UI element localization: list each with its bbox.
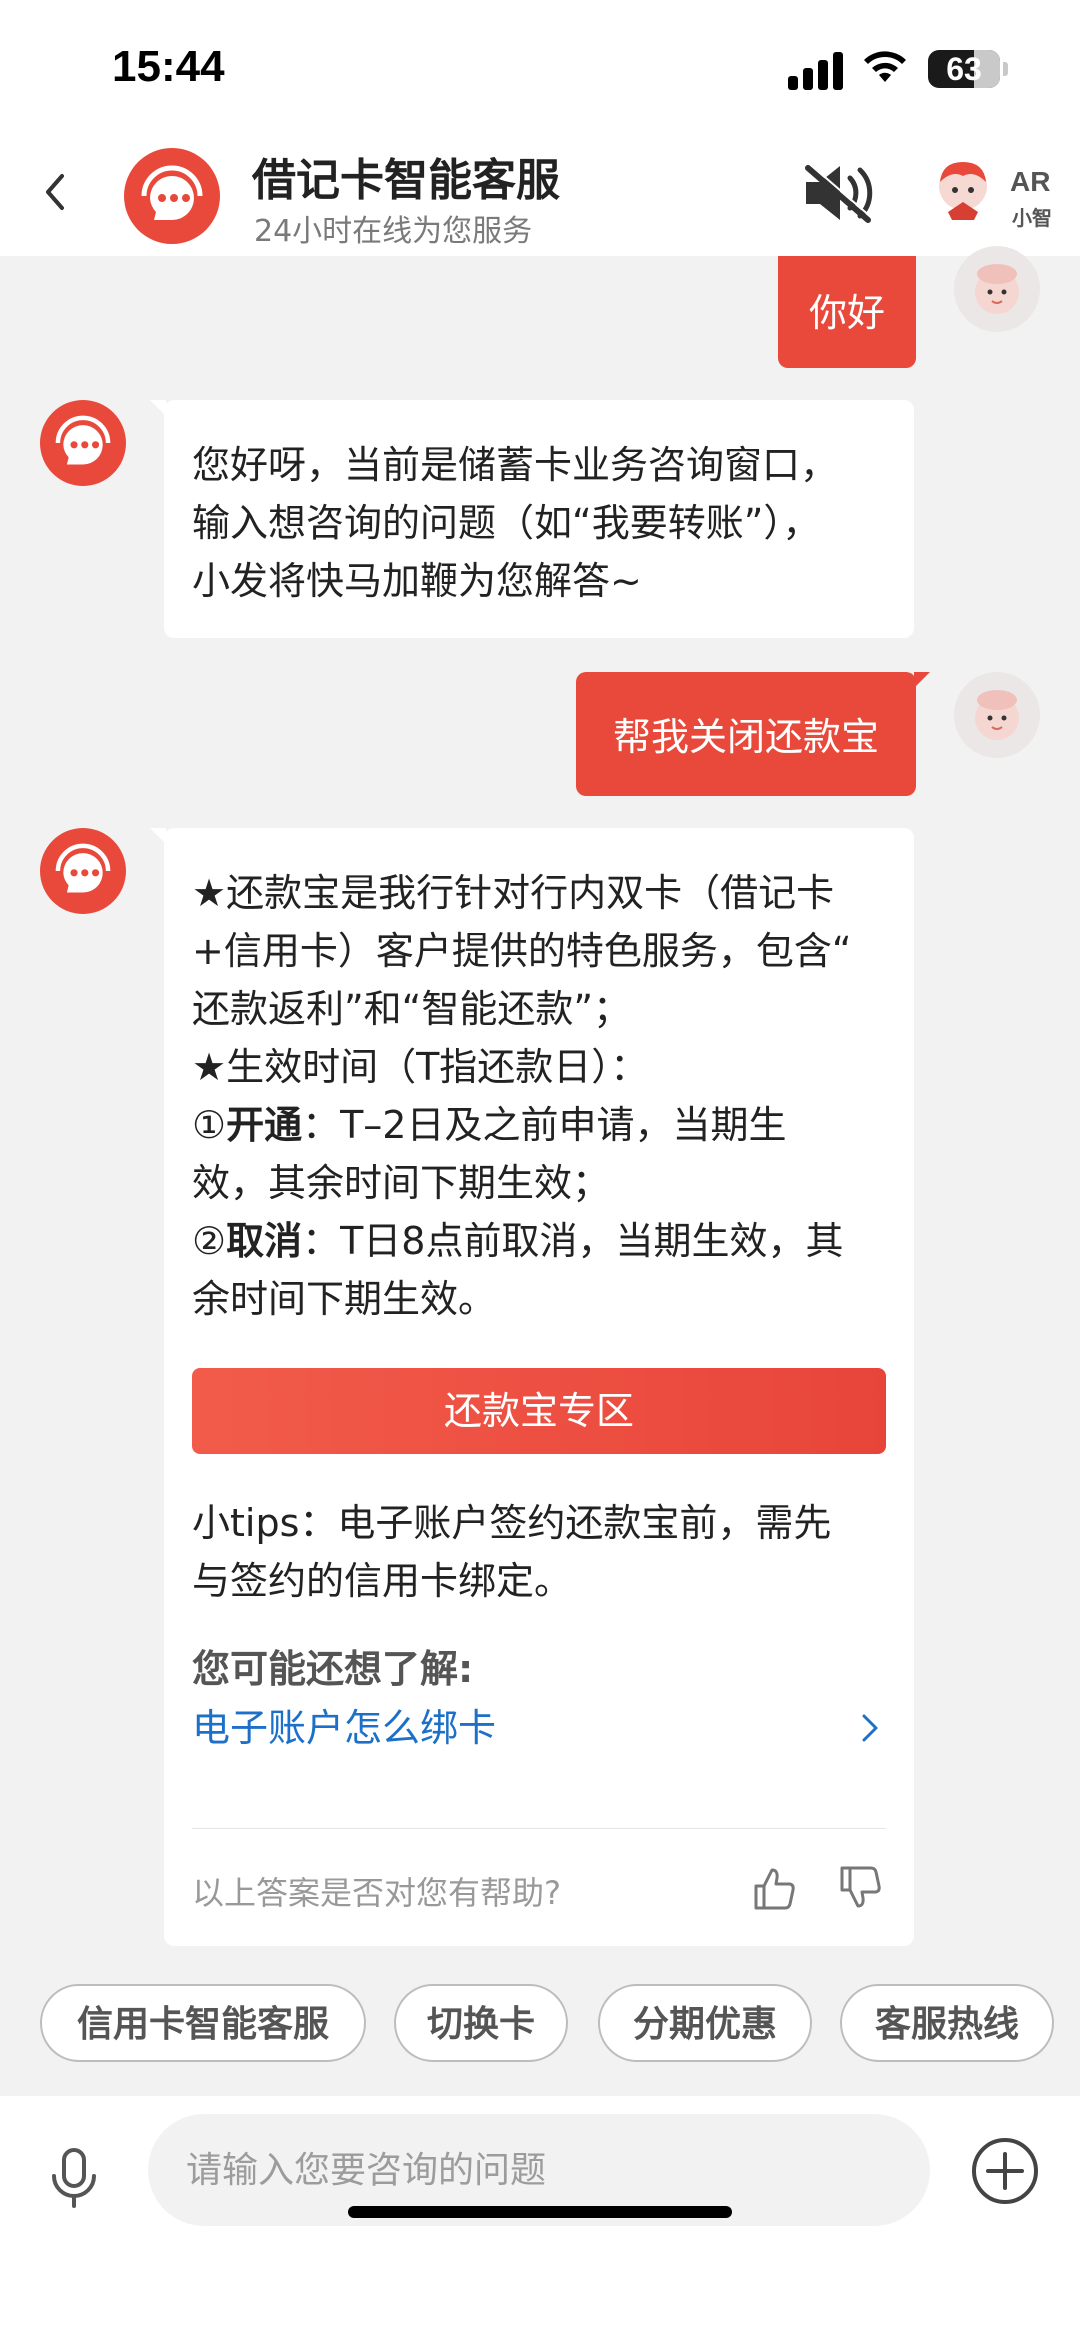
status-time: 15:44 bbox=[112, 42, 225, 91]
quick-chip-installment-offers[interactable]: 分期优惠 bbox=[598, 1984, 812, 2062]
bot-message-line: 输入想咨询的问题（如“我要转账”）， bbox=[192, 501, 821, 545]
bot-avatar-icon bbox=[55, 843, 111, 893]
user-message-bubble: 你好 bbox=[778, 256, 916, 368]
add-more-icon[interactable] bbox=[970, 2136, 1040, 2206]
tips-text: 小tips：电子账户签约还款宝前，需先 与签约的信用卡绑定。 bbox=[192, 1494, 831, 1610]
ar-assistant-avatar[interactable] bbox=[930, 156, 996, 222]
quick-chip-hotline[interactable]: 客服热线 bbox=[840, 1984, 1054, 2062]
related-question-label[interactable]: 电子账户怎么绑卡 bbox=[192, 1706, 496, 1750]
bot-answer-card: ★还款宝是我行针对行内双卡（借记卡 +信用卡）客户提供的特色服务，包含“ 还款返… bbox=[150, 828, 914, 1946]
answer-marker: ① bbox=[192, 1103, 227, 1147]
answer-line: +信用卡）客户提供的特色服务，包含“ bbox=[192, 929, 852, 973]
battery-level: 63 bbox=[946, 51, 982, 87]
tips-line: 小tips：电子账户签约还款宝前，需先 bbox=[192, 1501, 832, 1545]
service-logo bbox=[124, 148, 220, 244]
answer-keyword: 取消 bbox=[226, 1219, 303, 1263]
related-title: 您可能还想了解: bbox=[192, 1647, 474, 1691]
answer-line: 余时间下期生效。 bbox=[192, 1277, 497, 1321]
bot-avatar bbox=[40, 828, 126, 914]
thumbs-down-icon[interactable] bbox=[836, 1864, 884, 1912]
battery-icon: 63 bbox=[928, 50, 1000, 88]
chat-header: 借记卡智能客服 24小时在线为您服务 AR 小智 bbox=[0, 130, 1080, 256]
thumbs-up-icon[interactable] bbox=[750, 1864, 798, 1912]
user-avatar-icon bbox=[975, 264, 1019, 314]
answer-line: 效，其余时间下期生效； bbox=[192, 1161, 611, 1205]
user-message-text: 你好 bbox=[808, 291, 885, 335]
wifi-icon bbox=[864, 51, 906, 82]
bot-avatar-icon bbox=[55, 415, 111, 465]
divider bbox=[192, 1828, 886, 1829]
user-message-text: 帮我关闭还款宝 bbox=[612, 715, 879, 759]
microphone-icon[interactable] bbox=[46, 2146, 102, 2212]
ar-label[interactable]: AR bbox=[1010, 168, 1050, 196]
ar-sub-label[interactable]: 小智 bbox=[1012, 202, 1052, 231]
user-avatar-icon bbox=[975, 690, 1019, 740]
quick-chip-switch-card[interactable]: 切换卡 bbox=[394, 1984, 568, 2062]
cellular-signal-icon bbox=[788, 50, 844, 90]
user-avatar bbox=[954, 246, 1040, 332]
chevron-right-icon bbox=[862, 1714, 878, 1742]
bot-message-line: 您好呀，当前是储蓄卡业务咨询窗口， bbox=[192, 443, 839, 487]
answer-text: ★还款宝是我行针对行内双卡（借记卡 +信用卡）客户提供的特色服务，包含“ 还款返… bbox=[192, 864, 852, 1328]
answer-line: ★还款宝是我行针对行内双卡（借记卡 bbox=[192, 871, 835, 915]
answer-text-span: ：T日8点前取消，当期生效，其 bbox=[302, 1219, 844, 1263]
chat-bubble-icon bbox=[141, 165, 203, 220]
user-message-bubble: 帮我关闭还款宝 bbox=[576, 672, 930, 796]
answer-marker: ② bbox=[192, 1219, 227, 1263]
battery-tip bbox=[1003, 62, 1008, 76]
answer-line: ★生效时间（T指还款日）： bbox=[192, 1045, 649, 1089]
repayment-zone-button[interactable]: 还款宝专区 bbox=[192, 1368, 886, 1454]
related-question-link[interactable]: 电子账户怎么绑卡 bbox=[192, 1698, 886, 1758]
feedback-prompt: 以上答案是否对您有帮助? bbox=[192, 1874, 561, 1912]
answer-text-span: ：T–2日及之前申请，当期生 bbox=[302, 1103, 787, 1147]
home-indicator bbox=[348, 2206, 732, 2218]
status-bar: 15:44 63 bbox=[0, 0, 1080, 130]
user-avatar bbox=[954, 672, 1040, 758]
answer-line: ①开通：T–2日及之前申请，当期生 bbox=[192, 1096, 852, 1154]
quick-chip-credit-card-service[interactable]: 信用卡智能客服 bbox=[40, 1984, 366, 2062]
page-subtitle: 24小时在线为您服务 bbox=[254, 214, 533, 249]
bot-message-bubble: 您好呀，当前是储蓄卡业务咨询窗口， 输入想咨询的问题（如“我要转账”）， 小发将… bbox=[150, 400, 914, 638]
bot-message-line: 小发将快马加鞭为您解答~ bbox=[192, 559, 642, 603]
answer-line: ②取消：T日8点前取消，当期生效，其 bbox=[192, 1212, 852, 1270]
input-bar bbox=[0, 2096, 1080, 2337]
bot-avatar bbox=[40, 400, 126, 486]
answer-line: 还款返利”和“智能还款”； bbox=[192, 987, 632, 1031]
page-title: 借记卡智能客服 bbox=[252, 155, 560, 206]
answer-keyword: 开通 bbox=[226, 1103, 303, 1147]
back-icon[interactable] bbox=[40, 170, 70, 214]
tips-line: 与签约的信用卡绑定。 bbox=[192, 1559, 573, 1603]
sound-muted-icon[interactable] bbox=[800, 162, 880, 224]
